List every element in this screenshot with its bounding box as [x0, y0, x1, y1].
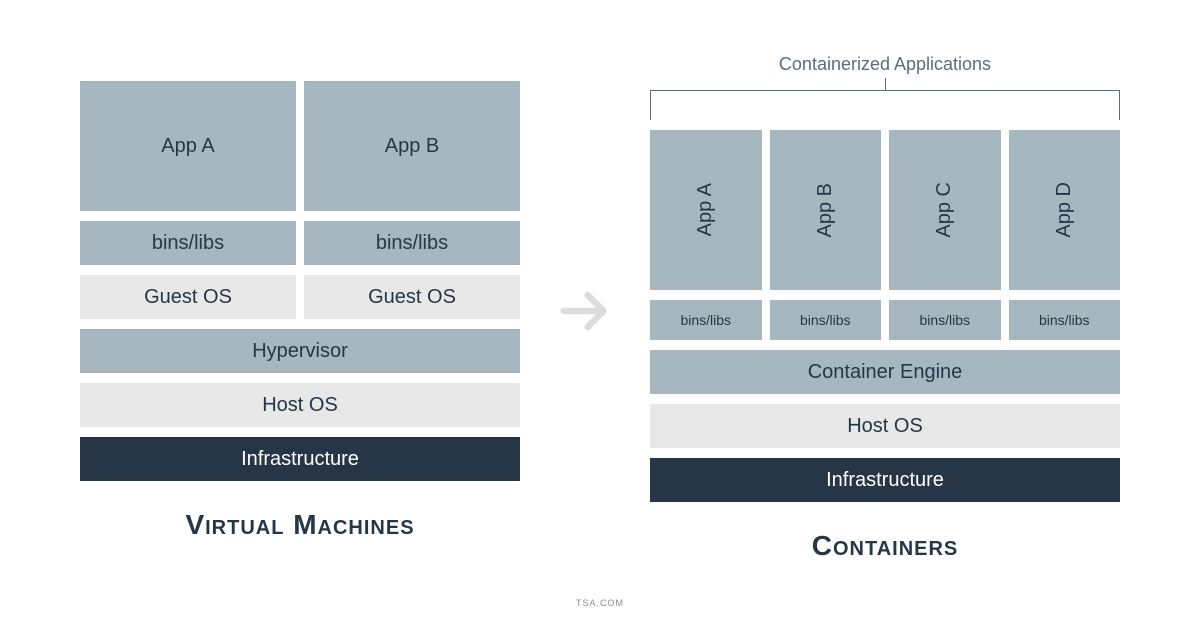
- container-bins-label: bins/libs: [680, 312, 731, 328]
- vm-guest-label: Guest OS: [368, 286, 456, 309]
- bracket-label: Containerized Applications: [650, 54, 1120, 75]
- container-bins-label: bins/libs: [800, 312, 851, 328]
- vm-bins-label: bins/libs: [376, 232, 448, 255]
- container-host-label: Host OS: [847, 415, 923, 438]
- vm-host-label: Host OS: [262, 394, 338, 417]
- vm-infra-box: Infrastructure: [80, 437, 520, 481]
- vm-stack: App A App B bins/libs bins/libs Guest OS…: [80, 81, 520, 481]
- container-engine-label: Container Engine: [808, 361, 963, 384]
- container-infra-box: Infrastructure: [650, 458, 1120, 502]
- vm-app-box: App A: [80, 81, 296, 211]
- vm-bins-label: bins/libs: [152, 232, 224, 255]
- vm-guest-box: Guest OS: [80, 275, 296, 319]
- container-app-box: App A: [650, 130, 762, 290]
- container-stack: App A App B App C App D bins/libs bins/l…: [650, 130, 1120, 502]
- footer-text: TSA.COM: [80, 598, 1120, 608]
- container-app-label: App C: [933, 182, 956, 238]
- container-app-label: App B: [814, 183, 837, 237]
- vm-guest-label: Guest OS: [144, 286, 232, 309]
- container-column: Containerized Applications App A App B A…: [650, 60, 1120, 562]
- hypervisor-label: Hypervisor: [252, 340, 348, 363]
- container-bins-box: bins/libs: [889, 300, 1001, 340]
- container-bins-label: bins/libs: [1039, 312, 1090, 328]
- vm-title: Virtual Machines: [185, 509, 414, 541]
- vm-app-box: App B: [304, 81, 520, 211]
- vm-guest-box: Guest OS: [304, 275, 520, 319]
- container-bins-box: bins/libs: [770, 300, 882, 340]
- container-bins-label: bins/libs: [919, 312, 970, 328]
- container-app-box: App D: [1009, 130, 1121, 290]
- container-engine-box: Container Engine: [650, 350, 1120, 394]
- vm-app-label: App A: [161, 135, 214, 158]
- container-app-box: App C: [889, 130, 1001, 290]
- vm-host-box: Host OS: [80, 383, 520, 427]
- vm-column: App A App B bins/libs bins/libs Guest OS…: [80, 81, 520, 541]
- hypervisor-box: Hypervisor: [80, 329, 520, 373]
- container-app-label: App D: [1053, 182, 1076, 238]
- container-host-box: Host OS: [650, 404, 1120, 448]
- container-bins-box: bins/libs: [1009, 300, 1121, 340]
- container-title: Containers: [812, 530, 959, 562]
- container-bins-box: bins/libs: [650, 300, 762, 340]
- vm-bins-box: bins/libs: [80, 221, 296, 265]
- vm-infra-label: Infrastructure: [241, 448, 359, 471]
- arrow-right-icon: [553, 279, 617, 343]
- vm-bins-box: bins/libs: [304, 221, 520, 265]
- container-app-box: App B: [770, 130, 882, 290]
- container-app-label: App A: [694, 183, 717, 236]
- bracket: Containerized Applications: [650, 60, 1120, 120]
- vm-app-label: App B: [385, 135, 439, 158]
- container-infra-label: Infrastructure: [826, 469, 944, 492]
